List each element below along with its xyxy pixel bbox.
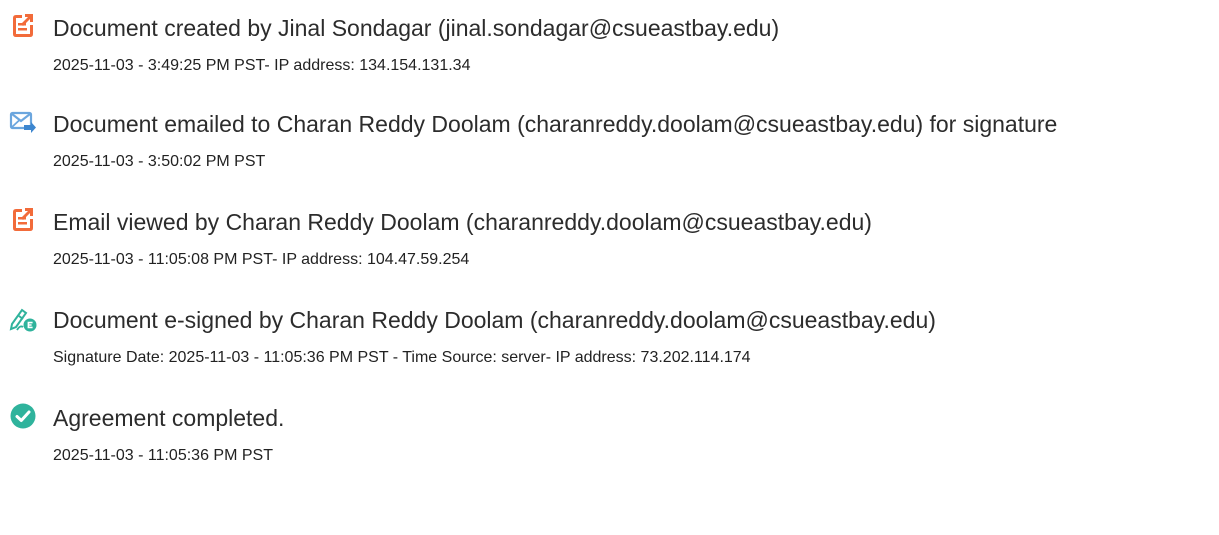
audit-event-signed: Document e-signed by Charan Reddy Doolam… <box>0 304 1219 394</box>
email-viewed-icon <box>9 206 37 234</box>
event-detail: 2025-11-03 - 3:49:25 PM PST- IP address:… <box>53 57 471 74</box>
e-signed-icon <box>9 304 37 332</box>
audit-event-viewed: Email viewed by Charan Reddy Doolam (cha… <box>0 206 1219 296</box>
event-detail: Signature Date: 2025-11-03 - 11:05:36 PM… <box>53 349 751 366</box>
event-detail: 2025-11-03 - 11:05:36 PM PST <box>53 447 273 464</box>
audit-event-created: Document created by Jinal Sondagar (jina… <box>0 12 1219 102</box>
event-title: Document emailed to Charan Reddy Doolam … <box>53 111 1058 137</box>
event-detail: 2025-11-03 - 3:50:02 PM PST <box>53 153 266 170</box>
event-title: Document e-signed by Charan Reddy Doolam… <box>53 307 936 333</box>
event-title: Email viewed by Charan Reddy Doolam (cha… <box>53 209 872 235</box>
event-title: Document created by Jinal Sondagar (jina… <box>53 15 780 41</box>
event-title: Agreement completed. <box>53 405 285 431</box>
event-detail: 2025-11-03 - 11:05:08 PM PST- IP address… <box>53 251 470 268</box>
completed-check-icon <box>9 402 37 430</box>
audit-event-emailed: Document emailed to Charan Reddy Doolam … <box>0 108 1219 198</box>
email-sent-icon <box>9 108 37 136</box>
document-created-icon <box>9 12 37 40</box>
audit-event-completed: Agreement completed. 2025-11-03 - 11:05:… <box>0 402 1219 492</box>
